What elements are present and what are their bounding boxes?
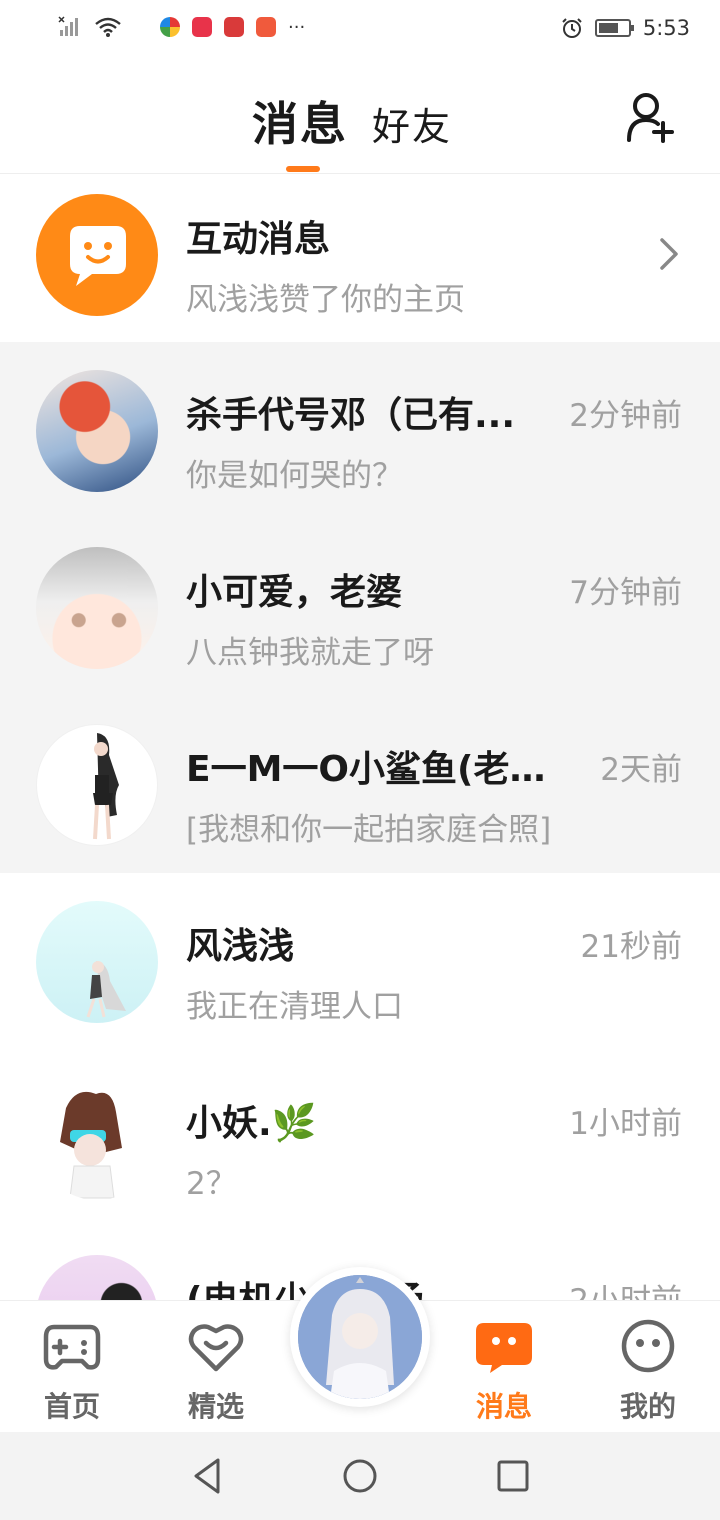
add-friend-icon[interactable] bbox=[626, 90, 676, 144]
avatar bbox=[36, 1255, 158, 1300]
center-profile-avatar[interactable] bbox=[290, 1267, 430, 1407]
conversation-time: 7分钟前 bbox=[569, 575, 682, 611]
home-icon[interactable] bbox=[342, 1456, 378, 1496]
chevron-right-icon bbox=[660, 238, 678, 270]
app-icon-1 bbox=[160, 17, 180, 37]
chat-smile-icon bbox=[36, 194, 158, 316]
wifi-icon bbox=[95, 17, 121, 37]
face-icon bbox=[621, 1319, 675, 1373]
heart-chat-icon bbox=[188, 1324, 244, 1372]
status-bar: ··· 5:53 bbox=[0, 0, 720, 62]
conversation-row[interactable]: 小妖.🌿 2？ 1小时前 bbox=[0, 1050, 720, 1227]
interaction-subtitle: 风浅浅赞了你的主页 bbox=[186, 282, 465, 318]
avatar bbox=[36, 901, 158, 1023]
gamepad-icon bbox=[43, 1324, 101, 1370]
app-icon-2 bbox=[192, 17, 212, 37]
status-right: 5:53 bbox=[561, 16, 690, 40]
avatar bbox=[36, 547, 158, 669]
conversation-time: 2天前 bbox=[600, 752, 682, 788]
app-icon-3 bbox=[224, 17, 244, 37]
battery-icon bbox=[594, 19, 634, 37]
nav-featured-label: 精选 bbox=[187, 1390, 244, 1423]
conversation-row[interactable]: E一M一O小鲨鱼(老六) [我想和你一起拍家庭合照] 2天前 bbox=[0, 696, 720, 873]
conversation-time: 2分钟前 bbox=[569, 398, 682, 434]
status-left: ··· bbox=[58, 16, 305, 38]
header: 消息 好友 bbox=[0, 62, 720, 174]
tab-friends[interactable]: 好友 bbox=[372, 96, 452, 151]
conversation-name: 杀手代号邓（已有... bbox=[186, 395, 516, 436]
app-icon-4 bbox=[256, 17, 276, 37]
conversation-message: 你是如何哭的？ bbox=[186, 458, 403, 494]
nav-featured[interactable]: 精选 bbox=[166, 1319, 266, 1425]
conversation-row[interactable]: 风浅浅 我正在清理人口 21秒前 bbox=[0, 873, 720, 1050]
recents-icon[interactable] bbox=[496, 1456, 530, 1496]
nav-messages[interactable]: 消息 bbox=[454, 1319, 554, 1425]
conversation-message: [我想和你一起拍家庭合照] bbox=[186, 812, 552, 848]
message-bubble-icon bbox=[476, 1323, 532, 1373]
signal-icon bbox=[58, 16, 78, 36]
conversation-time: 2小时前 bbox=[569, 1275, 682, 1300]
nav-home-label: 首页 bbox=[43, 1390, 100, 1423]
tab-messages[interactable]: 消息 bbox=[252, 88, 348, 154]
avatar bbox=[298, 1275, 422, 1399]
conversation-message: 2？ bbox=[186, 1166, 237, 1202]
avatar bbox=[36, 724, 158, 846]
status-more: ··· bbox=[288, 16, 306, 38]
nav-mine-label: 我的 bbox=[619, 1390, 676, 1423]
conversation-row[interactable]: 杀手代号邓（已有... 你是如何哭的？ 2分钟前 bbox=[0, 342, 720, 519]
nav-messages-label: 消息 bbox=[475, 1390, 532, 1423]
alarm-icon bbox=[562, 18, 582, 38]
nav-home[interactable]: 首页 bbox=[22, 1319, 122, 1425]
system-nav-bar bbox=[0, 1432, 720, 1520]
avatar bbox=[36, 1078, 158, 1200]
interaction-messages-row[interactable]: 互动消息 风浅浅赞了你的主页 bbox=[0, 174, 720, 342]
status-time: 5:53 bbox=[642, 16, 690, 40]
active-tab-indicator bbox=[286, 166, 320, 172]
conversation-message: 八点钟我就走了呀 bbox=[186, 635, 434, 671]
nav-mine[interactable]: 我的 bbox=[598, 1319, 698, 1425]
conversation-name: 风浅浅 bbox=[186, 926, 295, 967]
back-icon[interactable] bbox=[190, 1456, 224, 1496]
conversation-list: 杀手代号邓（已有... 你是如何哭的？ 2分钟前 小可爱，老婆 八点钟我就走了呀… bbox=[0, 342, 720, 1300]
conversation-row[interactable]: 小可爱，老婆 八点钟我就走了呀 7分钟前 bbox=[0, 519, 720, 696]
conversation-time: 21秒前 bbox=[580, 929, 682, 965]
conversation-message: 我正在清理人口 bbox=[186, 989, 403, 1025]
avatar bbox=[36, 370, 158, 492]
interaction-title: 互动消息 bbox=[186, 219, 331, 260]
conversation-name: E一M一O小鲨鱼(老六) bbox=[186, 749, 556, 790]
bottom-nav: 首页 精选 消息 我的 bbox=[0, 1267, 720, 1432]
conversation-time: 1小时前 bbox=[569, 1106, 682, 1142]
conversation-name: 小可爱，老婆 bbox=[186, 572, 403, 613]
conversation-name: 小妖.🌿 bbox=[186, 1103, 317, 1144]
